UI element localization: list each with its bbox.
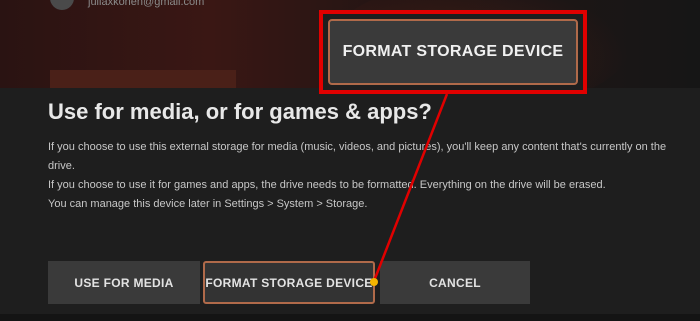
bottom-bar [0, 314, 700, 321]
dialog-body: If you choose to use this external stora… [48, 138, 668, 214]
background-accent-strip [50, 70, 236, 88]
callout-format-button-zoom: FORMAT STORAGE DEVICE [328, 19, 578, 85]
dialog-paragraph-manage: You can manage this device later in Sett… [48, 198, 368, 210]
format-storage-device-button[interactable]: FORMAT STORAGE DEVICE [203, 261, 375, 304]
callout-box: FORMAT STORAGE DEVICE [319, 10, 587, 94]
dialog-paragraph-games: If you choose to use it for games and ap… [48, 179, 606, 191]
account-email: juliaxkohen@gmail.com [88, 0, 205, 8]
use-for-media-button[interactable]: USE FOR MEDIA [48, 261, 200, 304]
dialog-title: Use for media, or for games & apps? [48, 99, 432, 124]
avatar [50, 0, 74, 10]
dialog-paragraph-media: If you choose to use this external stora… [48, 141, 667, 172]
cancel-button[interactable]: CANCEL [380, 261, 530, 304]
